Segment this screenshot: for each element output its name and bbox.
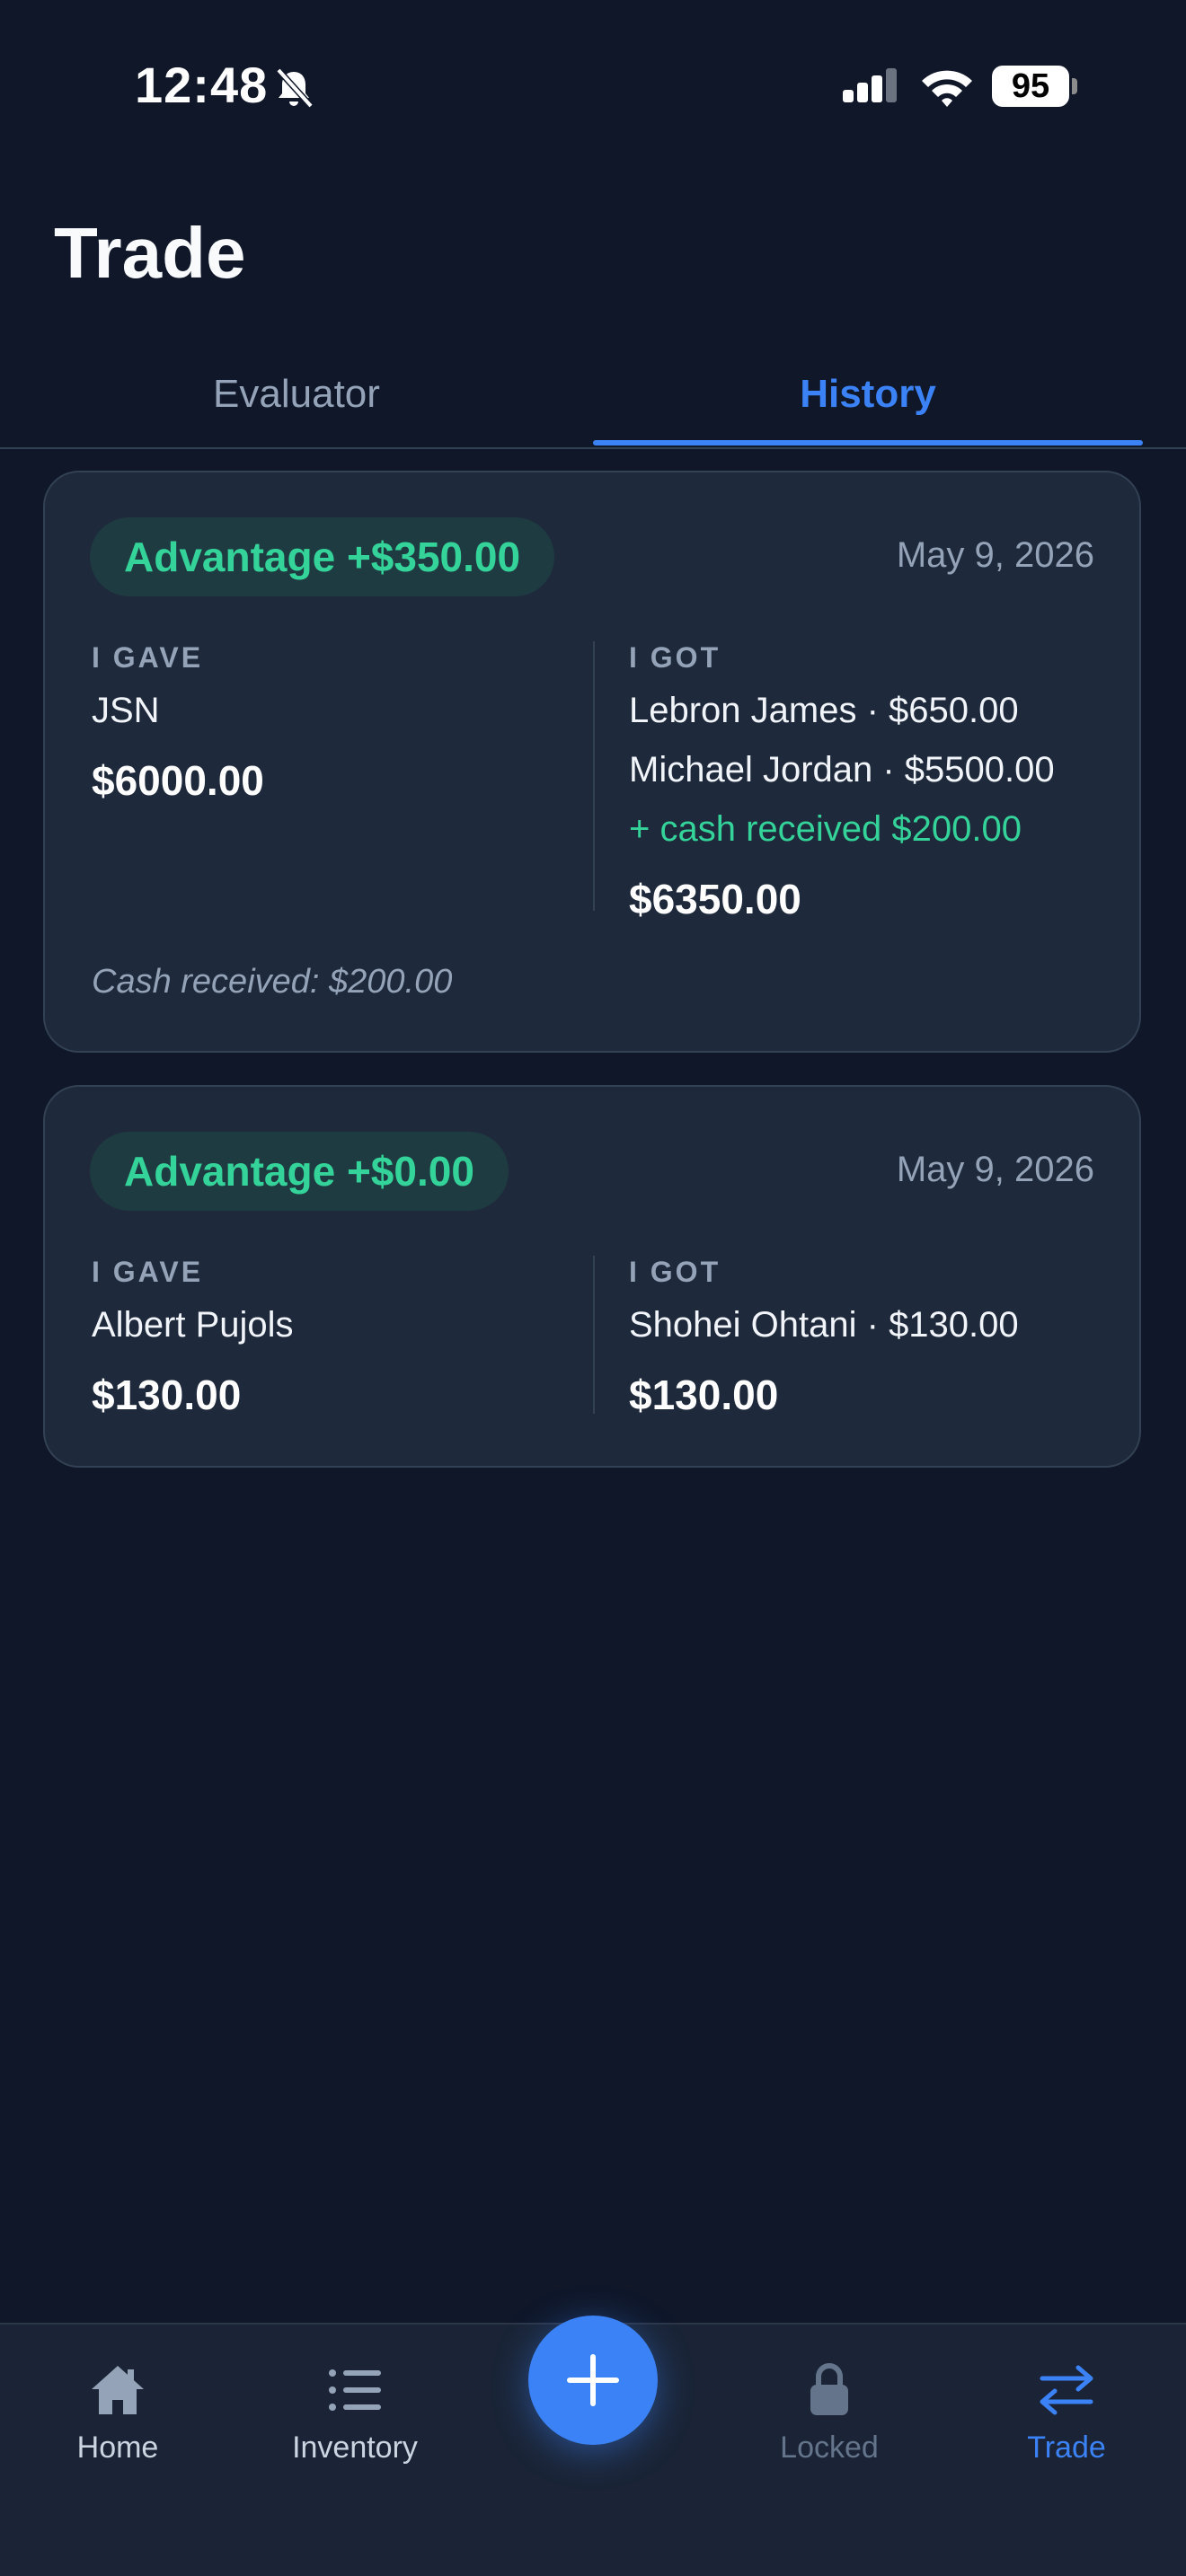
gave-total: $6000.00	[92, 757, 264, 804]
active-tab-indicator	[593, 440, 1143, 446]
plus-icon	[567, 2354, 619, 2406]
status-time: 12:48	[135, 57, 269, 113]
status-bar: 12:48 95	[0, 0, 1186, 171]
lock-icon	[810, 2363, 848, 2415]
got-cash-line: + cash received $200.00	[629, 809, 1022, 849]
home-icon	[92, 2366, 144, 2414]
gave-column: I GAVE Albert Pujols $130.00	[92, 1252, 559, 1425]
got-total: $6350.00	[629, 876, 801, 922]
got-column: I GOT Shohei Ohtani · $130.00 $130.00	[629, 1252, 1114, 1425]
tab-history[interactable]: History	[593, 341, 1143, 447]
advantage-badge: Advantage +$350.00	[90, 517, 555, 596]
cash-received-note: Cash received: $200.00	[92, 963, 453, 1001]
got-item: Shohei Ohtani · $130.00	[629, 1305, 1019, 1345]
trade-screen: 12:48 95 Trade Evaluator History Advanta…	[0, 0, 1186, 2576]
wifi-icon	[922, 70, 972, 107]
gave-label: I GAVE	[92, 1256, 204, 1288]
gave-total: $130.00	[92, 1372, 242, 1418]
got-label: I GOT	[629, 641, 721, 674]
battery-indicator: 95	[992, 66, 1069, 107]
got-item: Lebron James · $650.00	[629, 691, 1019, 730]
trade-date: May 9, 2026	[896, 1150, 1094, 1189]
tab-bar: Evaluator History	[0, 341, 1186, 449]
gave-item: Albert Pujols	[92, 1305, 294, 1345]
trade-history-card[interactable]: Advantage +$0.00 May 9, 2026 I GAVE Albe…	[43, 1085, 1141, 1468]
nav-trade-label: Trade	[1027, 2430, 1106, 2465]
column-divider	[593, 1256, 595, 1414]
list-icon	[329, 2369, 381, 2411]
got-item: Michael Jordan · $5500.00	[629, 750, 1055, 790]
column-divider	[593, 641, 595, 911]
nav-inventory[interactable]: Inventory	[256, 2360, 454, 2495]
gave-column: I GAVE JSN $6000.00	[92, 638, 559, 810]
got-column: I GOT Lebron James · $650.00 Michael Jor…	[629, 638, 1114, 929]
gave-item: JSN	[92, 691, 160, 730]
advantage-badge: Advantage +$0.00	[90, 1132, 509, 1211]
got-label: I GOT	[629, 1256, 721, 1288]
bell-muted-icon	[276, 67, 314, 109]
swap-arrows-icon	[1040, 2365, 1093, 2415]
trade-history-card[interactable]: Advantage +$350.00 May 9, 2026 I GAVE JS…	[43, 471, 1141, 1053]
trade-date: May 9, 2026	[896, 535, 1094, 575]
nav-home-label: Home	[76, 2430, 159, 2465]
nav-home[interactable]: Home	[19, 2360, 217, 2495]
nav-locked-label: Locked	[780, 2430, 879, 2465]
add-trade-button[interactable]	[528, 2316, 658, 2445]
cellular-signal-icon	[843, 68, 897, 102]
gave-label: I GAVE	[92, 641, 204, 674]
battery-nub	[1072, 78, 1077, 94]
got-total: $130.00	[629, 1372, 779, 1418]
nav-locked[interactable]: Locked	[730, 2360, 928, 2495]
nav-inventory-label: Inventory	[292, 2430, 418, 2465]
nav-trade[interactable]: Trade	[968, 2360, 1165, 2495]
tab-evaluator[interactable]: Evaluator	[0, 341, 593, 447]
page-title: Trade	[54, 213, 246, 293]
